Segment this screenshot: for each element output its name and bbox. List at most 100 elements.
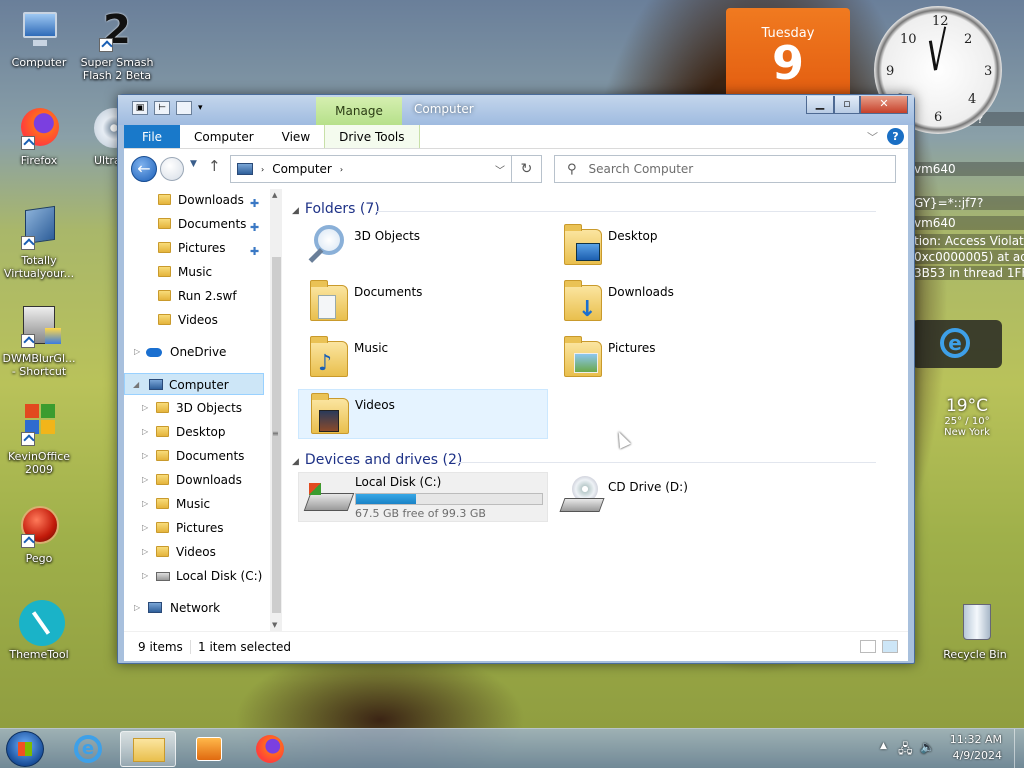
expand-arrow-icon[interactable]: ▷ — [134, 597, 140, 619]
desktop-icon-ultra[interactable]: Ultra — [78, 106, 118, 167]
close-button[interactable]: ✕ — [860, 96, 908, 114]
devices-group-header[interactable]: ◢ Devices and drives (2) — [292, 452, 462, 468]
expand-arrow-icon[interactable]: ▷ — [142, 517, 148, 539]
expand-ribbon-chevron-icon[interactable]: ﹀ — [867, 129, 878, 145]
breadcrumb-separator[interactable]: › — [340, 165, 343, 174]
tree-item-music-pc[interactable]: ▷ Music — [124, 493, 264, 515]
splitter-grip-icon[interactable]: ≡ — [272, 429, 279, 438]
collapse-arrow-icon[interactable]: ◢ — [292, 457, 299, 467]
explorer-window[interactable]: ▣ ⊢ ▾ Manage Computer ▁ ▫ ✕ File Compute… — [117, 94, 915, 664]
network-icon[interactable]: 🖧 — [898, 740, 913, 762]
folder-tile-desktop[interactable]: Desktop — [552, 221, 802, 271]
expand-arrow-icon[interactable]: ▷ — [142, 493, 148, 515]
address-dropdown-chevron-icon[interactable]: ﹀ — [495, 162, 505, 177]
up-button[interactable]: ↑ — [208, 157, 221, 175]
recent-locations-chevron-icon[interactable]: ▼ — [190, 159, 197, 169]
large-icons-view-icon[interactable] — [882, 640, 898, 653]
tree-item-computer[interactable]: ◢ Computer — [124, 373, 264, 395]
expand-arrow-icon[interactable]: ▷ — [142, 541, 148, 563]
calendar-gadget[interactable]: Tuesday 9 — [726, 8, 850, 98]
taskbar-clock[interactable]: 11:32 AM 4/9/2024 — [942, 732, 1002, 764]
tree-item-videos-pc[interactable]: ▷ Videos — [124, 541, 264, 563]
customize-qat-chevron-icon[interactable]: ▾ — [198, 103, 203, 113]
new-folder-icon[interactable] — [176, 101, 192, 115]
virtualbox-icon — [17, 205, 61, 250]
nav-pane-scrollbar[interactable]: ▲ ≡ ▼ — [270, 189, 282, 631]
address-bar[interactable]: › Computer › ﹀ ↻ — [230, 155, 542, 183]
tree-item-local-disk[interactable]: ▷ Local Disk (C:) — [124, 565, 264, 587]
tree-item-desktop[interactable]: ▷ Desktop — [124, 421, 264, 443]
expand-arrow-icon[interactable]: ▷ — [134, 341, 140, 363]
tree-item-videos[interactable]: Videos — [124, 309, 264, 331]
refresh-button[interactable]: ↻ — [511, 156, 541, 182]
desktop-icon-pego[interactable]: Pego — [0, 504, 78, 565]
tab-file[interactable]: File — [124, 125, 180, 148]
tree-item-pictures-pc[interactable]: ▷ Pictures — [124, 517, 264, 539]
show-desktop-button[interactable] — [1014, 729, 1024, 768]
properties-icon[interactable]: ⊢ — [154, 101, 170, 115]
expand-arrow-icon[interactable]: ▷ — [142, 397, 148, 419]
taskbar-media-player[interactable] — [180, 731, 236, 767]
folders-group-header[interactable]: ◢ Folders (7) — [292, 201, 380, 217]
window-menu-icon[interactable]: ▣ — [132, 101, 148, 115]
folder-tile-3d-objects[interactable]: 3D Objects — [298, 221, 548, 271]
search-input[interactable]: Search Computer — [589, 162, 694, 176]
taskbar-internet-explorer[interactable]: e — [60, 731, 116, 767]
breadcrumb-computer[interactable]: Computer — [272, 162, 332, 176]
help-icon[interactable]: ? — [887, 128, 904, 145]
desktop-icon-kevinoffice[interactable]: KevinOffice 2009 — [0, 402, 78, 476]
search-box[interactable]: ⚲ Search Computer — [554, 155, 896, 183]
tree-item-run2-swf[interactable]: Run 2.swf — [124, 285, 264, 307]
desktop-icon-ssf2[interactable]: 2 Super Smash Flash 2 Beta — [78, 8, 156, 82]
expand-arrow-icon[interactable]: ▷ — [142, 445, 148, 467]
tree-item-downloads-pc[interactable]: ▷ Downloads — [124, 469, 264, 491]
tree-item-pictures[interactable]: Pictures ✚ — [124, 237, 264, 259]
title-bar[interactable]: ▣ ⊢ ▾ Manage Computer ▁ ▫ ✕ — [118, 95, 914, 125]
folder-tile-videos[interactable]: Videos — [298, 389, 548, 439]
tree-item-network[interactable]: ▷ Network — [124, 597, 264, 619]
tab-computer[interactable]: Computer — [180, 125, 268, 148]
folder-tile-pictures[interactable]: Pictures — [552, 333, 802, 383]
tree-item-3d-objects[interactable]: ▷ 3D Objects — [124, 397, 264, 419]
desktop-icon-label: ThemeTool — [9, 648, 69, 661]
desktop-icon-dwmblurglass[interactable]: DWMBlurGl... - Shortcut — [0, 304, 78, 378]
ie-gadget[interactable]: e — [912, 320, 1002, 368]
expand-arrow-icon[interactable]: ▷ — [142, 421, 148, 443]
desktop-icon-computer[interactable]: Computer — [0, 8, 78, 69]
manage-contextual-tab[interactable]: Manage — [316, 97, 402, 125]
desktop-icon-recycle-bin[interactable]: Recycle Bin — [936, 600, 1014, 661]
taskbar-firefox[interactable] — [242, 731, 298, 767]
drive-tile-local-disk[interactable]: Local Disk (C:) 67.5 GB free of 99.3 GB — [298, 472, 548, 522]
weather-gadget[interactable]: 19°C 25° / 10° New York — [932, 396, 1002, 454]
desktop-icon-firefox[interactable]: Firefox — [0, 106, 78, 167]
expand-arrow-icon[interactable]: ▷ — [142, 565, 148, 587]
taskbar-file-explorer[interactable] — [120, 731, 176, 767]
drive-tile-cd-drive[interactable]: CD Drive (D:) — [552, 472, 802, 522]
desktop-icon-themetool[interactable]: ThemeTool — [0, 600, 78, 661]
forward-button[interactable] — [160, 157, 184, 181]
expand-arrow-icon[interactable]: ▷ — [142, 469, 148, 491]
maximize-button[interactable]: ▫ — [834, 96, 860, 114]
tree-item-music[interactable]: Music — [124, 261, 264, 283]
content-view[interactable]: ◢ Folders (7) 3D Objects Desktop Document… — [282, 189, 908, 631]
tab-drive-tools[interactable]: Drive Tools — [324, 125, 420, 148]
folder-tile-documents[interactable]: Documents — [298, 277, 548, 327]
speaker-muted-icon[interactable]: 🔈 — [920, 740, 935, 754]
details-view-icon[interactable] — [860, 640, 876, 653]
minimize-button[interactable]: ▁ — [806, 96, 834, 114]
folder-tile-music[interactable]: ♪ Music — [298, 333, 548, 383]
tree-item-onedrive[interactable]: ▷ OneDrive — [124, 341, 264, 363]
desktop-icon-virtualbox[interactable]: Totally Virtualyour... — [0, 205, 78, 280]
tab-view[interactable]: View — [268, 125, 324, 148]
folder-tile-downloads[interactable]: ↓ Downloads — [552, 277, 802, 327]
breadcrumb-separator[interactable]: › — [261, 165, 264, 174]
show-hidden-icons-icon[interactable]: ▲ — [880, 741, 887, 751]
collapse-arrow-icon[interactable]: ◢ — [292, 206, 299, 216]
tree-item-downloads[interactable]: Downloads ✚ — [124, 189, 264, 211]
collapse-arrow-icon[interactable]: ◢ — [133, 374, 139, 396]
start-button[interactable] — [6, 731, 44, 767]
tree-item-documents[interactable]: Documents ✚ — [124, 213, 264, 235]
back-button[interactable]: ← — [131, 156, 157, 182]
tree-item-label: Videos — [176, 545, 216, 559]
tree-item-documents-pc[interactable]: ▷ Documents — [124, 445, 264, 467]
